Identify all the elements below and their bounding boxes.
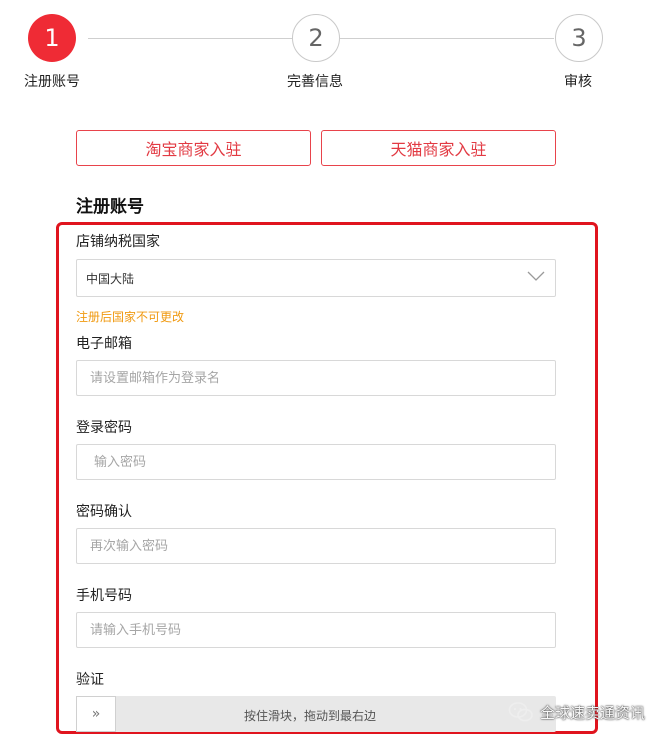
password-label: 登录密码 [76, 420, 132, 436]
confirm-password-label: 密码确认 [76, 504, 132, 520]
step-2-label: 完善信息 [287, 74, 343, 90]
step-2-circle: 2 [292, 14, 340, 62]
phone-label: 手机号码 [76, 588, 132, 604]
wechat-watermark: 全球速卖通资讯 [508, 701, 645, 723]
country-hint: 注册后国家不可更改 [76, 310, 185, 324]
country-label: 店铺纳税国家 [76, 234, 160, 250]
country-select[interactable]: 中国大陆 [76, 259, 556, 297]
email-input[interactable] [90, 361, 555, 395]
watermark-text: 全球速卖通资讯 [539, 703, 645, 722]
step-connector-2-3 [340, 38, 554, 39]
double-chevron-right-icon: » [91, 706, 101, 722]
country-selected-value: 中国大陆 [86, 271, 135, 286]
email-field-box [76, 360, 556, 396]
taobao-merchant-button[interactable]: 淘宝商家入驻 [76, 130, 311, 166]
phone-field-box [76, 612, 556, 648]
step-connector-1-2 [88, 38, 292, 39]
step-3-label: 审核 [564, 74, 592, 90]
verify-label: 验证 [76, 672, 104, 688]
step-1-label: 注册账号 [24, 74, 80, 90]
tmall-merchant-button[interactable]: 天猫商家入驻 [321, 130, 556, 166]
password-field-box [76, 444, 556, 480]
wechat-icon [508, 702, 533, 722]
password-input[interactable] [94, 445, 555, 479]
page-title: 注册账号 [76, 197, 144, 217]
verify-slider-text: 按住滑块，拖动到最右边 [244, 709, 377, 723]
step-3-circle: 3 [555, 14, 603, 62]
email-label: 电子邮箱 [76, 336, 132, 352]
verify-slider-handle[interactable]: » [76, 696, 116, 732]
confirm-password-field-box [76, 528, 556, 564]
step-1-circle: 1 [28, 14, 76, 62]
confirm-password-input[interactable] [90, 529, 555, 563]
chevron-down-icon [527, 271, 545, 281]
phone-input[interactable] [90, 613, 555, 647]
